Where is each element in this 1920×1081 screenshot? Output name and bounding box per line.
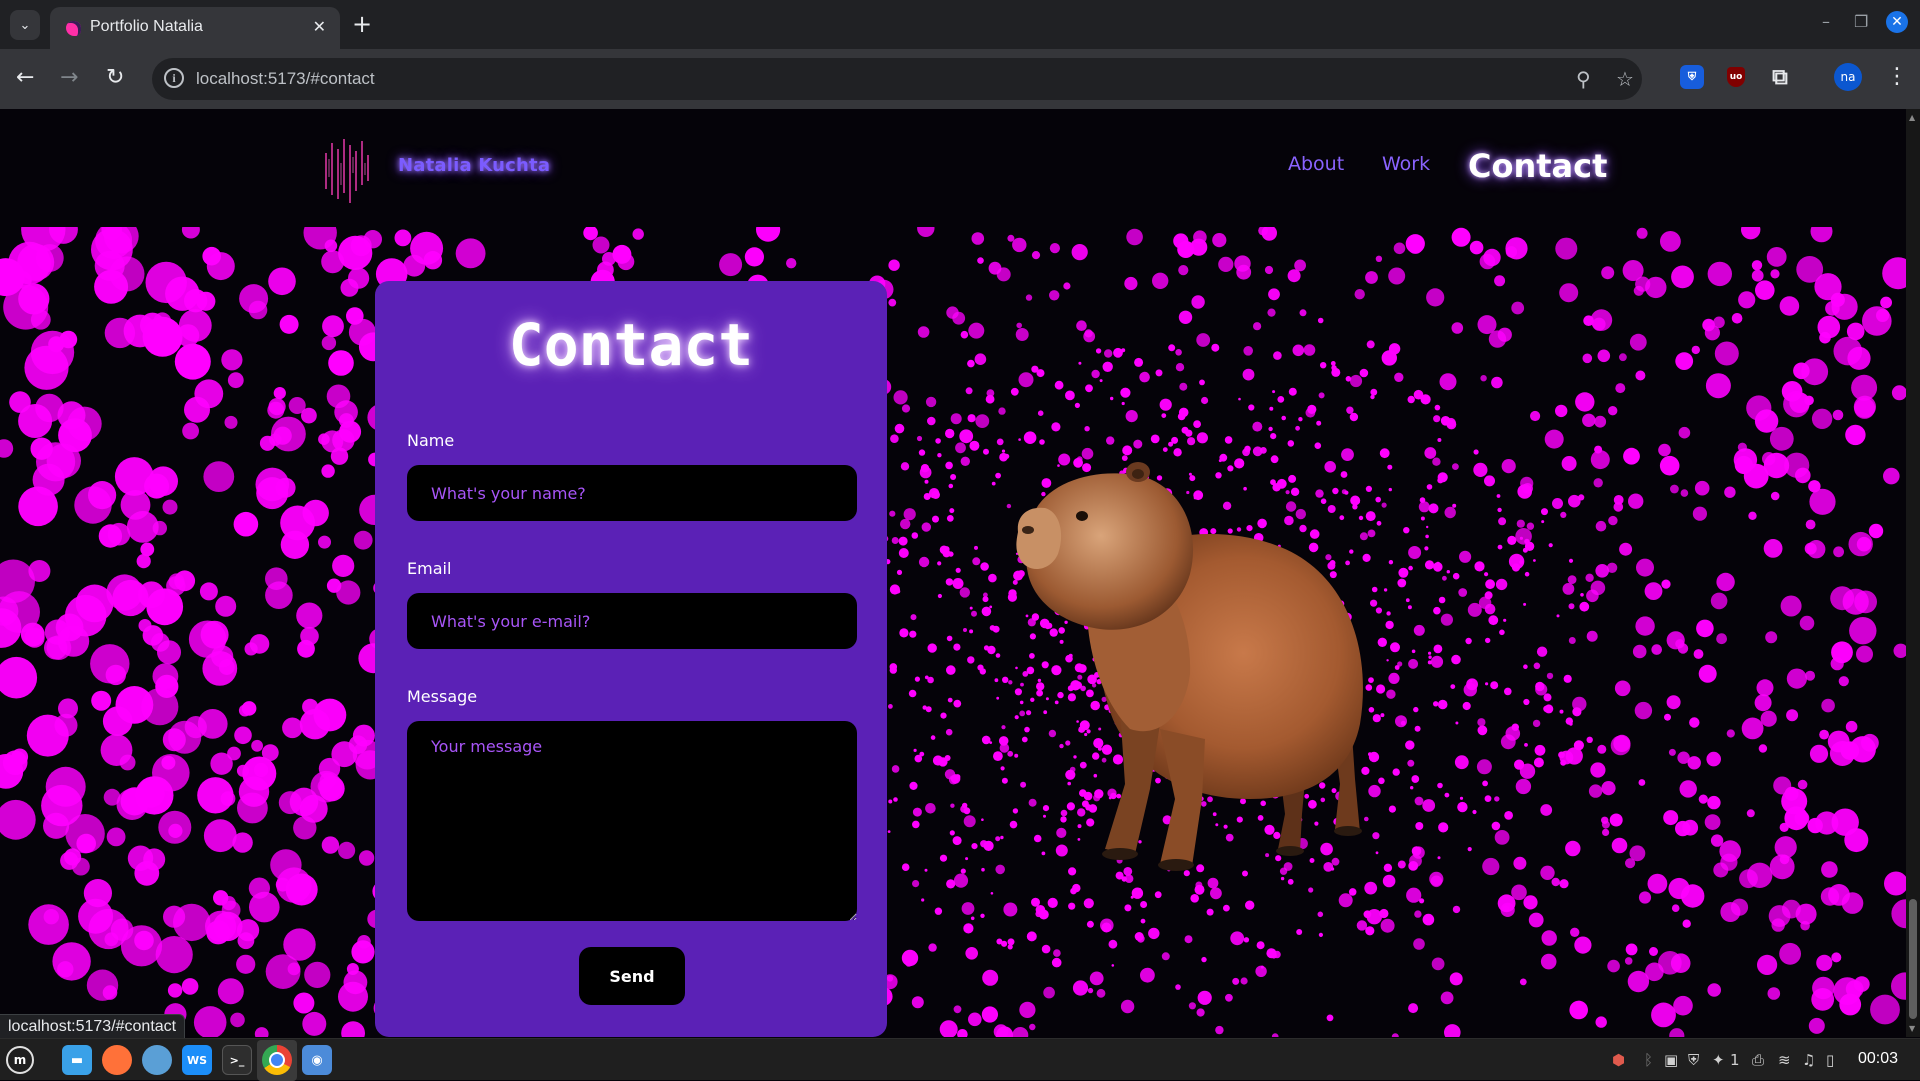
- page-viewport: Natalia Kuchta About Work Contact Contac…: [0, 109, 1906, 1037]
- link-status-bubble: localhost:5173/#contact: [0, 1014, 186, 1038]
- ublock-extension-icon[interactable]: uo: [1724, 65, 1748, 89]
- os-taskbar: m ▬ WS >_ ◉ ⬢ ᛒ ▣ ⛨ ✦ 1 ⎙ ≋ ♫ ▯ 00:03: [0, 1038, 1920, 1081]
- address-bar[interactable]: i localhost:5173/#contact ⚲ ☆: [152, 58, 1642, 100]
- email-label: Email: [407, 559, 452, 578]
- chevron-down-icon: ⌄: [19, 17, 31, 33]
- extensions-puzzle-icon[interactable]: ⧉: [1768, 65, 1792, 90]
- window-close-button[interactable]: ✕: [1886, 11, 1908, 33]
- battery-icon[interactable]: ▯: [1826, 1051, 1834, 1069]
- restore-icon[interactable]: ❐: [1854, 12, 1868, 31]
- browser-icon[interactable]: [142, 1045, 172, 1075]
- logo-text[interactable]: Natalia Kuchta: [398, 155, 550, 176]
- terminal-icon[interactable]: >_: [222, 1045, 252, 1075]
- name-input[interactable]: [407, 465, 857, 521]
- notification-icon[interactable]: ✦: [1712, 1051, 1725, 1069]
- bluetooth-icon[interactable]: ᛒ: [1644, 1051, 1653, 1069]
- scroll-up-arrow-icon[interactable]: ▲: [1909, 113, 1915, 122]
- bookmark-star-icon[interactable]: ☆: [1616, 67, 1634, 91]
- tab-search-button[interactable]: ⌄: [10, 10, 40, 40]
- url-text[interactable]: localhost:5173/#contact: [196, 69, 375, 89]
- email-input[interactable]: [407, 593, 857, 649]
- webstorm-icon[interactable]: WS: [182, 1045, 212, 1075]
- files-icon[interactable]: ▬: [62, 1045, 92, 1075]
- scroll-down-arrow-icon[interactable]: ▼: [1909, 1024, 1915, 1033]
- name-label: Name: [407, 431, 455, 450]
- contact-title: Contact: [508, 311, 754, 379]
- send-button[interactable]: Send: [579, 947, 685, 1005]
- browser-toolbar: ← → ↻ i localhost:5173/#contact ⚲ ☆ ⛨ uo…: [0, 49, 1920, 109]
- clipboard-icon[interactable]: ▣: [1664, 1051, 1678, 1069]
- minimize-icon[interactable]: –: [1822, 12, 1830, 31]
- tray-app-icon[interactable]: ⬢: [1612, 1051, 1625, 1069]
- nav-link-about[interactable]: About: [1288, 153, 1344, 175]
- new-tab-button[interactable]: +: [352, 10, 372, 38]
- wifi-icon[interactable]: ≋: [1778, 1051, 1791, 1069]
- scroll-thumb[interactable]: [1909, 899, 1917, 1019]
- chrome-icon[interactable]: [262, 1045, 292, 1075]
- particle-background: [0, 227, 1906, 1037]
- notification-count: 1: [1730, 1051, 1740, 1069]
- site-header: Natalia Kuchta About Work Contact: [0, 109, 1906, 227]
- logo-icon[interactable]: [318, 133, 382, 205]
- message-label: Message: [407, 687, 478, 706]
- browser-tab[interactable]: Portfolio Natalia ✕: [50, 7, 340, 49]
- reload-icon[interactable]: ↻: [106, 63, 124, 93]
- kebab-menu-icon[interactable]: ⋮: [1886, 64, 1908, 89]
- close-icon[interactable]: ✕: [313, 17, 326, 36]
- tab-favicon-icon: [66, 21, 81, 36]
- tab-title: Portfolio Natalia: [90, 18, 203, 35]
- firefox-icon[interactable]: [102, 1045, 132, 1075]
- back-arrow-icon[interactable]: ←: [16, 63, 34, 93]
- camera-icon[interactable]: ◉: [302, 1045, 332, 1075]
- volume-icon[interactable]: ♫: [1802, 1051, 1815, 1069]
- clock[interactable]: 00:03: [1858, 1050, 1898, 1068]
- forward-arrow-icon[interactable]: →: [60, 63, 78, 93]
- nav-link-work[interactable]: Work: [1382, 153, 1430, 175]
- shield-icon[interactable]: ⛨: [1688, 1051, 1699, 1069]
- site-info-icon[interactable]: i: [164, 68, 184, 88]
- nav-link-contact[interactable]: Contact: [1468, 147, 1607, 185]
- contact-form: Contact Name Email Message Send: [375, 281, 887, 1037]
- browser-tab-bar: ⌄ Portfolio Natalia ✕ + – ❐ ✕: [0, 0, 1920, 49]
- printer-icon[interactable]: ⎙: [1752, 1051, 1764, 1069]
- profile-avatar[interactable]: na: [1834, 63, 1862, 91]
- start-menu-icon[interactable]: m: [6, 1046, 34, 1074]
- bitwarden-extension-icon[interactable]: ⛨: [1680, 65, 1704, 89]
- zoom-icon[interactable]: ⚲: [1576, 67, 1591, 91]
- message-textarea[interactable]: [407, 721, 857, 921]
- capybara-3d-model[interactable]: [1010, 454, 1390, 884]
- page-scrollbar[interactable]: ▲ ▼: [1906, 109, 1920, 1037]
